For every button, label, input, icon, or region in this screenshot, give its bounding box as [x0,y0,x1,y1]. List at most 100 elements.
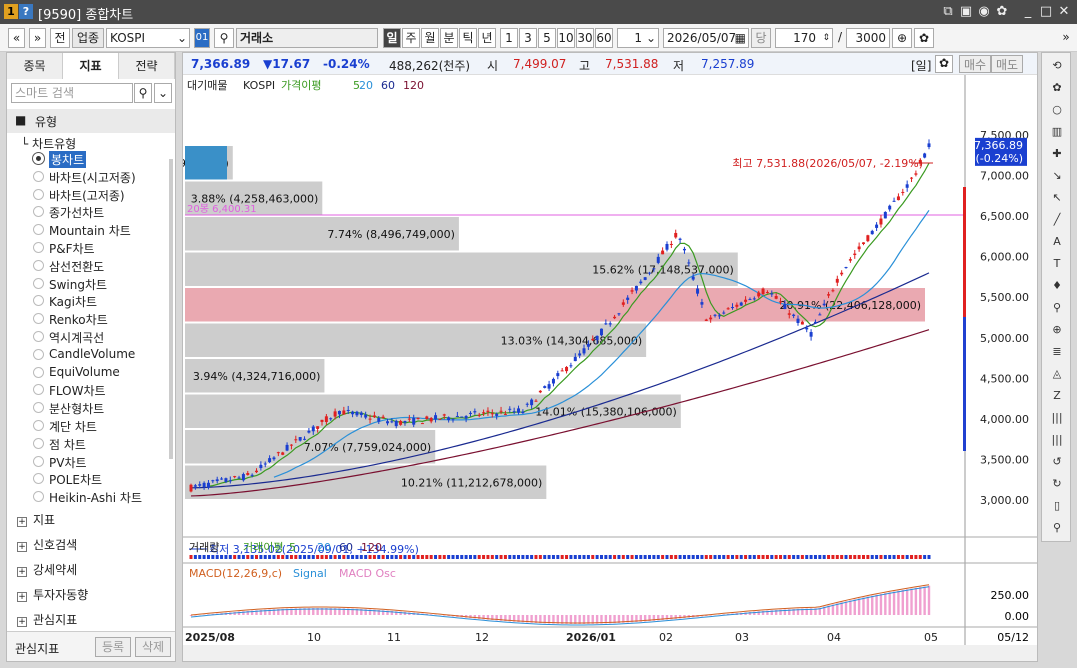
magnify-icon[interactable]: ⚲ [1049,301,1065,317]
zoom-in-icon[interactable]: ⊕ [1049,323,1065,339]
group-header[interactable]: ■ 유형 [7,109,175,133]
expand-icon[interactable]: + [17,592,27,602]
register-button[interactable]: 등록 [95,637,131,657]
radio-button[interactable] [33,384,44,396]
period-tick-button[interactable]: 틱 [459,28,477,48]
smart-search-input[interactable]: 스마트 검색 [11,83,133,103]
chart-type-item[interactable]: Heikin-Ashi 차트 [49,489,142,506]
chart-type-item[interactable]: POLE차트 [49,471,102,488]
help-icon[interactable]: ? [19,4,33,19]
auto-icon[interactable]: A [1049,235,1065,251]
radio-button[interactable] [33,348,44,360]
scrollbar[interactable] [169,159,173,459]
chart-type-item[interactable]: 분산형차트 [49,400,104,417]
buy-button[interactable]: 매수 [959,55,991,73]
radio-button[interactable] [33,331,44,342]
chart-type-item[interactable]: Renko차트 [49,311,108,328]
settings-icon[interactable]: ✿ [994,4,1010,20]
period-minute-button[interactable]: 분 [440,28,458,48]
expand-icon[interactable]: » [1060,28,1072,48]
gear-icon[interactable]: ✿ [914,28,934,48]
chart-type-item[interactable]: Swing차트 [49,276,107,293]
chart-type-item[interactable]: 바차트(고저종) [49,187,125,204]
zoom-icon[interactable]: ⊕ [892,28,912,48]
link-icon[interactable]: ⧉ [940,4,956,20]
grid2-icon[interactable]: ||| [1049,433,1065,449]
date-field[interactable]: 2026/05/07 ▦ [663,28,749,48]
save-icon[interactable]: ▣ [958,4,974,20]
grid-icon[interactable]: ||| [1049,411,1065,427]
expand-icon[interactable]: + [17,517,27,527]
chart-type-item[interactable]: 역시계곡선 [49,329,104,346]
symbol-badge[interactable]: 01 [194,28,210,48]
chart-type-item[interactable]: FLOW차트 [49,382,106,399]
chart-type-item[interactable]: 삼선전환도 [49,258,104,275]
interval-1-button[interactable]: 1 [500,28,518,48]
radio-button[interactable] [33,206,44,218]
radio-button[interactable] [33,259,44,271]
radio-button[interactable] [33,313,44,325]
angle-icon[interactable]: ◬ [1049,367,1065,383]
radio-button[interactable] [33,437,44,449]
chart-type-item[interactable]: 점 차트 [49,436,86,453]
undo-icon[interactable]: ↺ [1049,455,1065,471]
expand-icon[interactable]: + [17,567,27,577]
period-year-button[interactable]: 년 [478,28,496,48]
period-week-button[interactable]: 주 [402,28,420,48]
chart-type-item[interactable]: P&F차트 [49,240,95,257]
gear-icon[interactable]: ✿ [935,55,953,73]
chart-type-item[interactable]: 봉차트 [49,151,87,168]
period-month-button[interactable]: 월 [421,28,439,48]
maximize-button[interactable]: □ [1038,4,1054,20]
fib-icon[interactable]: ≣ [1049,345,1065,361]
expand-icon[interactable]: + [17,542,27,552]
radio-button[interactable] [33,277,44,289]
refresh-icon[interactable]: ⟲ [1049,59,1065,75]
radio-button[interactable] [33,295,44,307]
chart-type-item[interactable]: PV차트 [49,454,87,471]
z-icon[interactable]: Z [1049,389,1065,405]
chart-area[interactable]: 7,366.89 ▼17.67 -0.24% 488,262(천주) 시 7,4… [182,52,1038,662]
radio-button[interactable] [33,242,44,253]
circle-icon[interactable]: ○ [1049,103,1065,119]
diagonal-icon[interactable]: ╱ [1049,213,1065,229]
radio-button[interactable] [33,420,44,431]
calendar-icon[interactable]: ▦ [735,29,746,47]
gear-icon[interactable]: ✿ [1049,81,1065,97]
camera-icon[interactable]: ◉ [976,4,992,20]
chart-type-item[interactable]: 계단 차트 [49,418,97,435]
interval-3-button[interactable]: 3 [519,28,537,48]
radio-button[interactable] [33,170,44,182]
radio-button[interactable] [33,224,44,236]
radio-button[interactable] [33,491,44,503]
chart-type-item[interactable]: Kagi차트 [49,293,97,310]
chart-type-item[interactable]: 바차트(시고저종) [49,169,136,186]
prev-button[interactable]: « [8,28,25,48]
next-button[interactable]: » [29,28,46,48]
expand-icon[interactable]: + [17,617,27,627]
line-icon[interactable]: ↘ [1049,169,1065,185]
all-button[interactable]: 전 [50,28,70,48]
tab-strategy[interactable]: 전략 [119,53,175,79]
text-icon[interactable]: T [1049,257,1065,273]
stepper-icon[interactable]: ⇕ [822,29,830,47]
section-4[interactable]: + 투자자동향 [17,586,88,603]
delete-button[interactable]: 삭제 [135,637,171,657]
radio-button[interactable] [33,366,44,378]
trash-icon[interactable]: ▯ [1049,499,1065,515]
chart-type-item[interactable]: Mountain 차트 [49,222,131,239]
category-label[interactable]: └ 차트유형 [21,135,76,152]
chart-type-item[interactable]: EquiVolume [49,365,120,379]
radio-button[interactable] [33,153,44,164]
radio-button[interactable] [33,402,44,414]
interval-10-button[interactable]: 10 [557,28,575,48]
interval-5-button[interactable]: 5 [538,28,556,48]
tab-indicator[interactable]: 지표 [63,53,119,79]
interval-60-button[interactable]: 60 [595,28,613,48]
section-5[interactable]: + 관심지표 [17,611,77,628]
radio-button[interactable] [33,188,44,200]
bars-field[interactable]: 170 ⇕ [775,28,833,48]
close-button[interactable]: ✕ [1056,4,1072,20]
search-icon[interactable]: ⚲ [214,28,234,48]
cross-icon[interactable]: ✚ [1049,147,1065,163]
